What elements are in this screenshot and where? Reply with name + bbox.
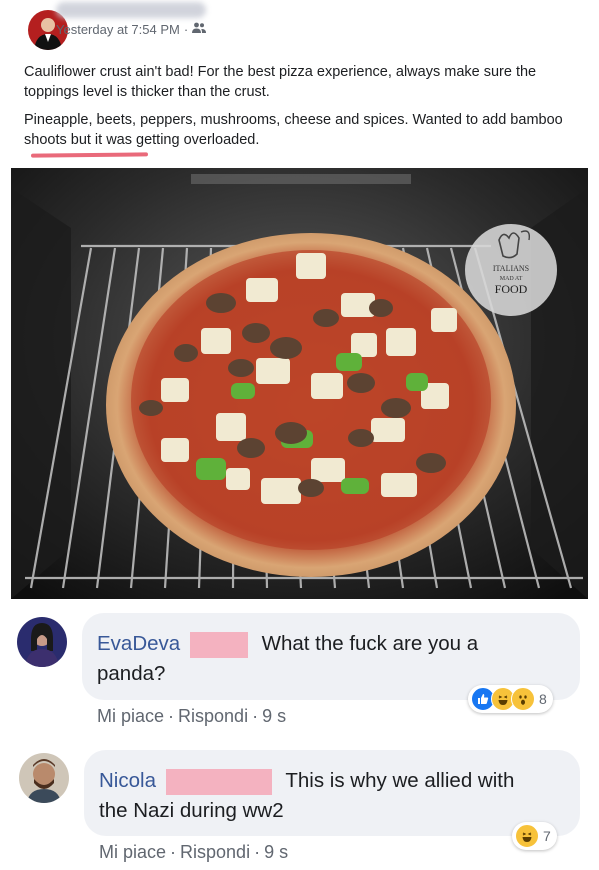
comment-actions: Mi piace · Rispondi · 9 s xyxy=(97,706,286,727)
comment-text-line-1: What the fuck are you a xyxy=(261,632,479,655)
action-separator: · xyxy=(170,842,177,862)
post-body: Cauliflower crust ain't bad! For the bes… xyxy=(24,62,579,158)
reply-link[interactable]: Rispondi xyxy=(178,706,248,726)
post-paragraph-2: Pineapple, beets, peppers, mushrooms, ch… xyxy=(24,112,563,148)
reaction-summary[interactable]: 7 xyxy=(512,822,557,850)
meta-separator: · xyxy=(183,22,189,37)
watermark-line-3: FOOD xyxy=(495,282,528,296)
reaction-count: 8 xyxy=(539,691,547,707)
comment-content: Nicola This is why we allied with the Na… xyxy=(99,766,569,826)
comment-avatar[interactable] xyxy=(19,753,69,803)
redaction-bar xyxy=(165,768,272,795)
post-timestamp[interactable]: Yesterday at 7:54 PM xyxy=(56,22,180,37)
commenter-name[interactable]: Nicola xyxy=(99,769,156,792)
comment-text-line-1: This is why we allied with xyxy=(285,769,515,792)
watermark-line-1: ITALIANS xyxy=(493,264,529,273)
post-paragraph-1: Cauliflower crust ain't bad! For the bes… xyxy=(24,64,537,100)
action-separator: · xyxy=(252,706,259,726)
comment-text-line-2: the Nazi during ww2 xyxy=(99,799,284,822)
comment-actions: Mi piace · Rispondi · 9 s xyxy=(99,842,288,863)
author-name-blurred[interactable] xyxy=(56,2,206,18)
post-photo[interactable]: ITALIANS MAD AT FOOD xyxy=(11,168,588,599)
commenter-name[interactable]: EvaDeva xyxy=(97,632,180,655)
wow-icon xyxy=(511,687,535,711)
redaction-bar xyxy=(189,631,248,658)
action-separator: · xyxy=(254,842,261,862)
comment-content: EvaDeva What the fuck are you a panda? xyxy=(97,629,567,689)
reply-link[interactable]: Rispondi xyxy=(180,842,250,862)
reaction-summary[interactable]: 8 xyxy=(468,685,553,713)
like-link[interactable]: Mi piace xyxy=(99,842,166,862)
like-link[interactable]: Mi piace xyxy=(97,706,164,726)
pizza xyxy=(106,233,516,577)
friends-icon[interactable] xyxy=(192,22,207,37)
comment-age[interactable]: 9 s xyxy=(264,842,288,862)
action-separator: · xyxy=(168,706,175,726)
watermark: ITALIANS MAD AT FOOD xyxy=(465,224,557,316)
comment-avatar[interactable] xyxy=(17,617,67,667)
haha-icon xyxy=(515,824,539,848)
post-meta: Yesterday at 7:54 PM · xyxy=(56,22,207,37)
comment-age[interactable]: 9 s xyxy=(262,706,286,726)
reaction-count: 7 xyxy=(543,828,551,844)
